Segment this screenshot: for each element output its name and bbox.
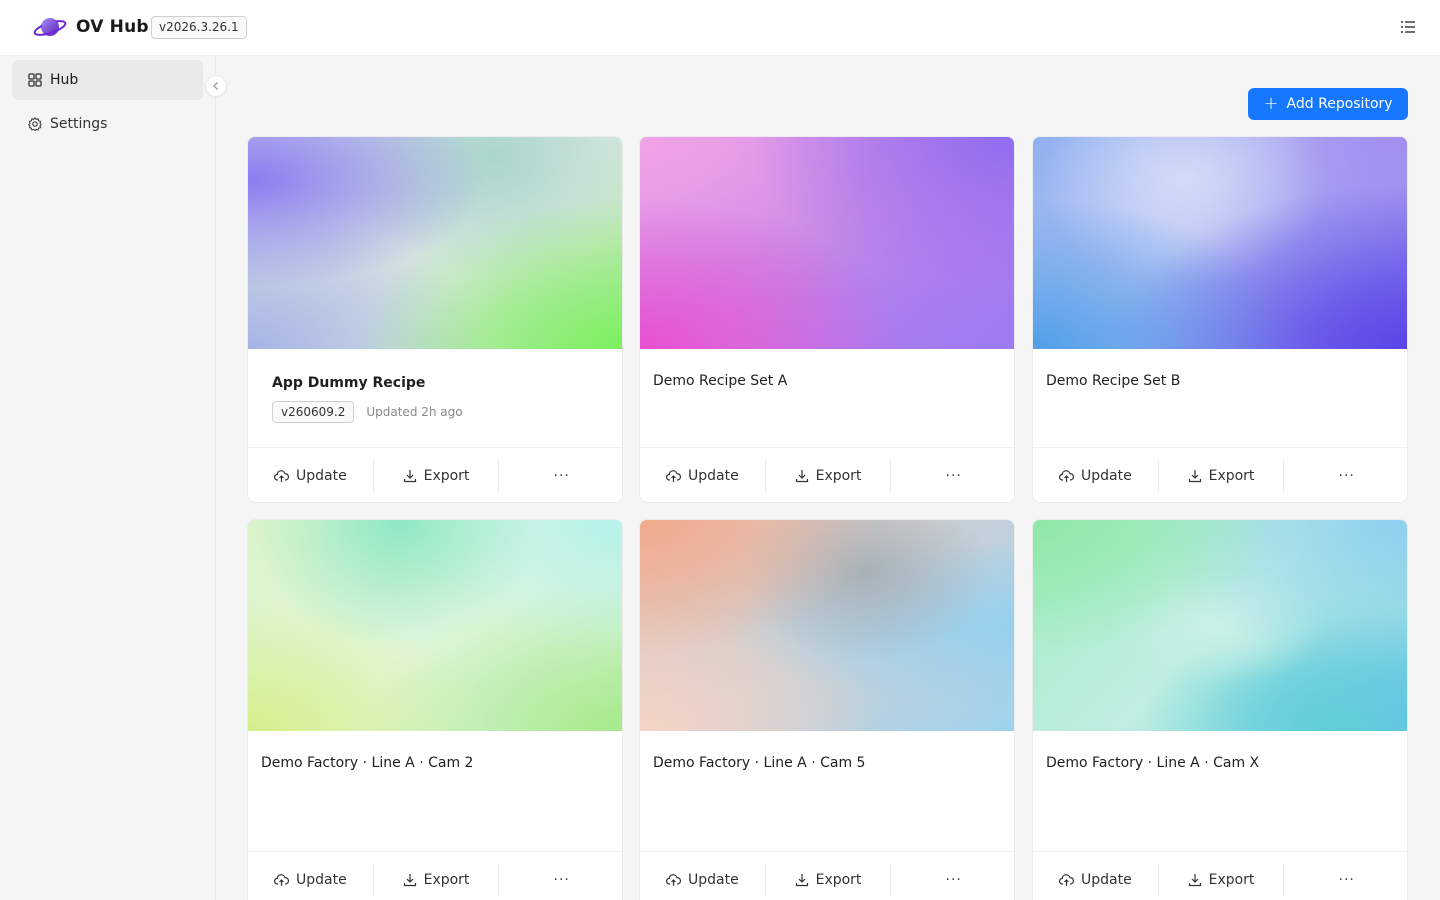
chevron-left-icon (213, 82, 218, 90)
gear-icon (28, 117, 42, 131)
list-icon[interactable] (1400, 19, 1416, 35)
card-meta: v260609.2 Updated 2h ago (272, 401, 463, 423)
update-button[interactable]: Update (248, 864, 373, 896)
repository-card[interactable]: Demo Factory · Line A · Cam 5 Update Exp… (639, 519, 1015, 900)
cloud-upload-icon (665, 873, 681, 886)
card-cover-image (640, 137, 1014, 349)
card-updated-text: Updated 2h ago (366, 405, 463, 419)
cloud-upload-icon (665, 469, 681, 482)
update-button[interactable]: Update (1033, 864, 1158, 896)
export-button[interactable]: Export (764, 863, 891, 896)
add-repository-button[interactable]: + Add Repository (1248, 88, 1408, 120)
export-button[interactable]: Export (764, 459, 891, 492)
cloud-upload-icon (273, 469, 289, 482)
card-actions: Update Export ··· (248, 447, 622, 502)
repository-card[interactable]: Demo Factory · Line A · Cam 2 Update Exp… (247, 519, 623, 900)
cloud-upload-icon (1058, 469, 1074, 482)
download-icon (403, 469, 416, 482)
update-button[interactable]: Update (248, 460, 373, 492)
more-options-button[interactable]: ··· (1283, 459, 1407, 492)
update-button[interactable]: Update (640, 864, 765, 896)
update-label: Update (687, 871, 739, 888)
card-cover-image (1033, 137, 1407, 349)
card-title: Demo Factory · Line A · Cam 5 (653, 755, 866, 771)
update-label: Update (687, 467, 739, 484)
export-label: Export (815, 467, 862, 484)
card-cover-image (248, 520, 622, 731)
sidebar-item-label: Hub (50, 72, 79, 88)
card-cover-image (640, 520, 1014, 731)
card-actions: Update Export ··· (640, 447, 1014, 502)
add-repository-label: Add Repository (1286, 96, 1393, 112)
card-title: Demo Recipe Set A (653, 373, 788, 389)
more-options-button[interactable]: ··· (890, 459, 1014, 492)
more-options-button[interactable]: ··· (498, 459, 622, 492)
card-title: Demo Recipe Set B (1046, 373, 1181, 389)
ellipsis-icon: ··· (553, 467, 570, 484)
card-cover-image (1033, 520, 1407, 731)
grid-icon (28, 73, 42, 87)
card-version-tag: v260609.2 (272, 401, 355, 423)
download-icon (1188, 469, 1201, 482)
sidebar-collapse-button[interactable] (205, 75, 227, 97)
sidebar-item-label: Settings (50, 116, 108, 132)
card-actions: Update Export ··· (1033, 447, 1407, 502)
repository-card[interactable]: Demo Recipe Set B Update Export ··· (1032, 136, 1408, 503)
update-label: Update (1080, 871, 1132, 888)
card-title: App Dummy Recipe (272, 375, 426, 391)
cloud-upload-icon (1058, 873, 1074, 886)
plus-icon: + (1263, 93, 1279, 114)
version-badge: v2026.3.26.1 (151, 16, 247, 39)
export-label: Export (815, 871, 862, 888)
app-title: OV Hub (76, 17, 149, 37)
ellipsis-icon: ··· (945, 467, 962, 484)
ellipsis-icon: ··· (553, 871, 570, 888)
top-header: OV Hub v2026.3.26.1 (0, 0, 1440, 56)
sidebar-item-hub[interactable]: Hub (12, 60, 203, 100)
update-button[interactable]: Update (640, 460, 765, 492)
card-actions: Update Export ··· (640, 851, 1014, 900)
sidebar: Hub Settings (0, 56, 216, 900)
download-icon (403, 873, 416, 886)
export-label: Export (423, 871, 470, 888)
update-button[interactable]: Update (1033, 460, 1158, 492)
download-icon (795, 469, 808, 482)
export-label: Export (1208, 467, 1255, 484)
export-button[interactable]: Export (372, 863, 499, 896)
more-options-button[interactable]: ··· (1283, 863, 1407, 896)
download-icon (1188, 873, 1201, 886)
card-actions: Update Export ··· (1033, 851, 1407, 900)
repository-card[interactable]: Demo Recipe Set A Update Export ··· (639, 136, 1015, 503)
export-button[interactable]: Export (1157, 459, 1284, 492)
export-label: Export (1208, 871, 1255, 888)
more-options-button[interactable]: ··· (890, 863, 1014, 896)
download-icon (795, 873, 808, 886)
card-title: Demo Factory · Line A · Cam X (1046, 755, 1260, 771)
update-label: Update (1080, 467, 1132, 484)
repository-card[interactable]: Demo Factory · Line A · Cam X Update Exp… (1032, 519, 1408, 900)
more-options-button[interactable]: ··· (498, 863, 622, 896)
planet-logo-icon (33, 18, 67, 36)
cloud-upload-icon (273, 873, 289, 886)
sidebar-item-settings[interactable]: Settings (12, 104, 203, 144)
card-title: Demo Factory · Line A · Cam 2 (261, 755, 474, 771)
repository-card[interactable]: App Dummy Recipe v260609.2 Updated 2h ag… (247, 136, 623, 503)
ellipsis-icon: ··· (945, 871, 962, 888)
card-cover-image (248, 137, 622, 349)
update-label: Update (295, 871, 347, 888)
export-button[interactable]: Export (372, 459, 499, 492)
ellipsis-icon: ··· (1338, 871, 1355, 888)
card-actions: Update Export ··· (248, 851, 622, 900)
update-label: Update (295, 467, 347, 484)
export-label: Export (423, 467, 470, 484)
ellipsis-icon: ··· (1338, 467, 1355, 484)
export-button[interactable]: Export (1157, 863, 1284, 896)
